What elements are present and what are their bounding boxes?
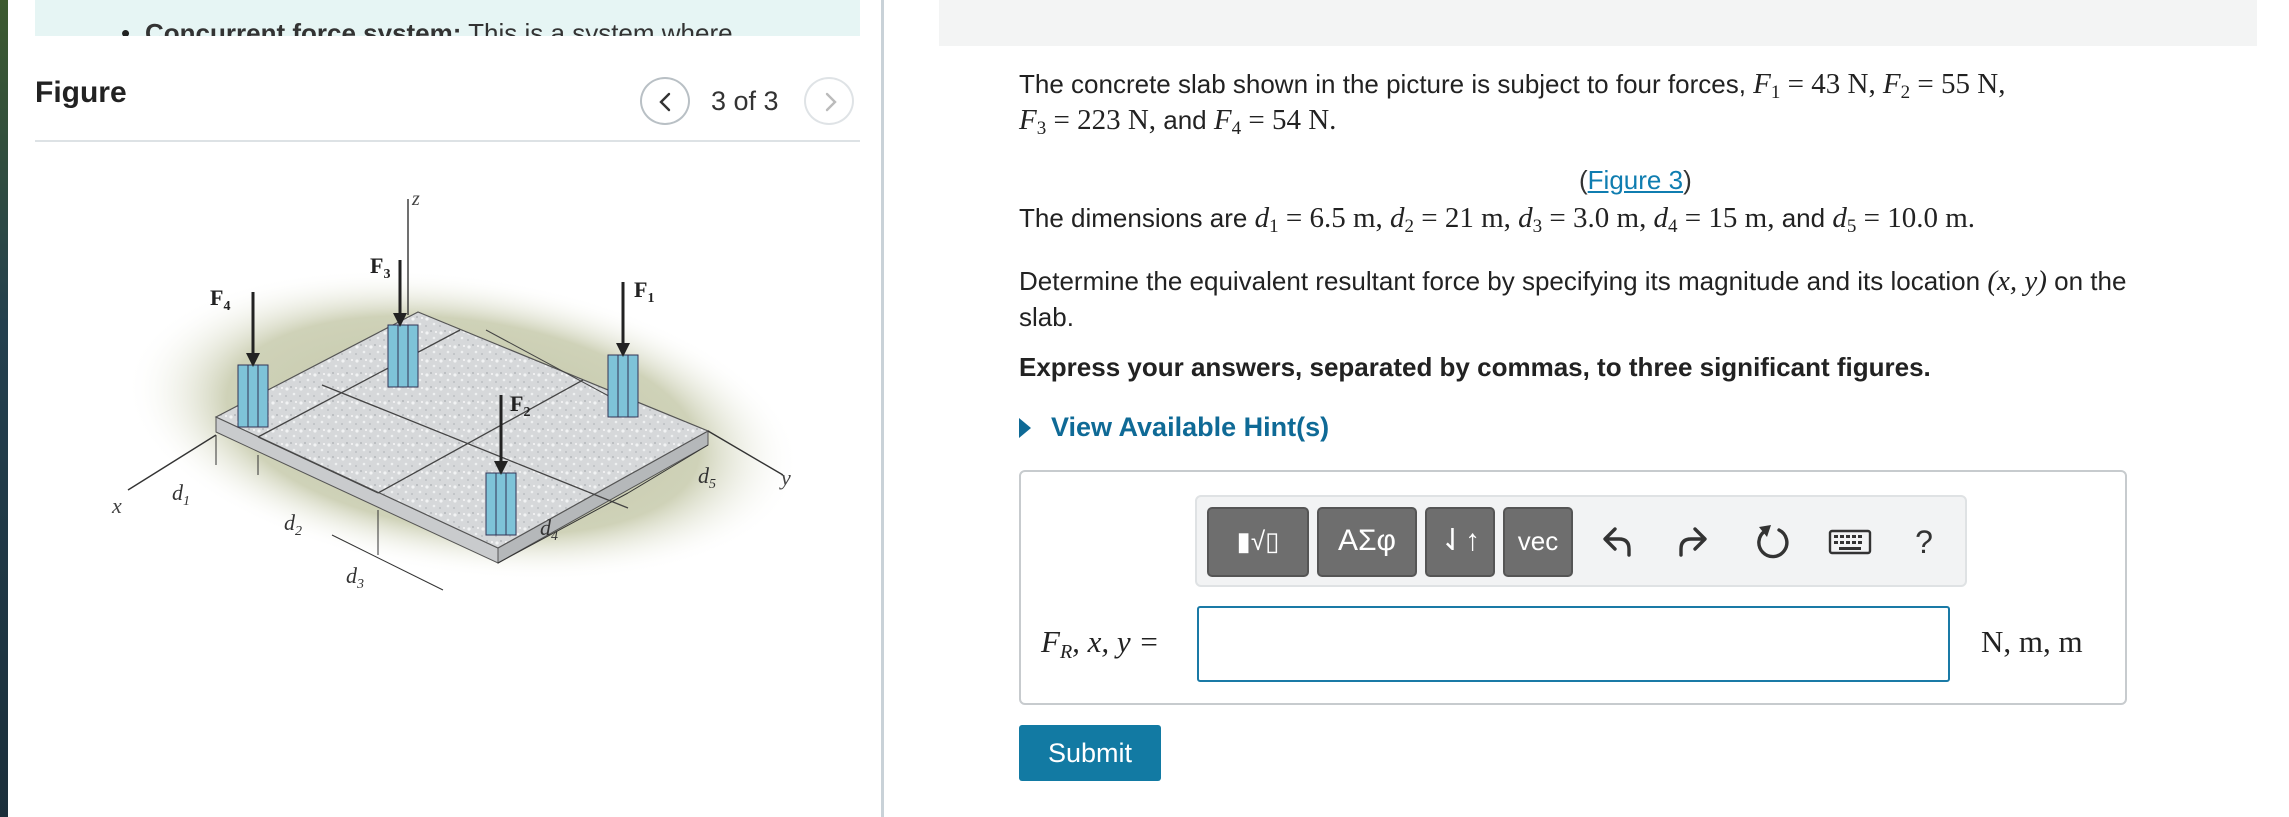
slab-figure: z x y d1 d2 d3 d4 d5 F4 F3 F1 F2	[111, 188, 801, 592]
math-f2: F2 = 55 N,	[1882, 68, 2006, 103]
math-f4: F4 = 54 N.	[1213, 104, 1337, 139]
answer-box: ▮√▯ ΑΣφ ⇃↑ vec ? FR, x, y = N, m, m	[1019, 470, 2127, 705]
top-bar	[939, 0, 2257, 46]
f2-value: 55 N	[1941, 68, 1999, 100]
force-f3-text: F	[370, 253, 383, 278]
z-axis-label: z	[411, 188, 420, 210]
dim-d3-label: d3	[346, 563, 364, 592]
answer-units: N, m, m	[1981, 624, 2083, 659]
vector-button[interactable]: vec	[1503, 507, 1573, 577]
d1-value: 6.5 m	[1309, 202, 1376, 234]
math-d2: d2 = 21 m,	[1389, 202, 1511, 237]
math-toolbar: ▮√▯ ΑΣφ ⇃↑ vec ?	[1195, 495, 1967, 587]
reset-button[interactable]	[1745, 515, 1799, 569]
math-d3: d3 = 3.0 m,	[1518, 202, 1647, 237]
figure-3-link[interactable]: Figure 3	[1588, 165, 1683, 195]
arrows-button[interactable]: ⇃↑	[1425, 507, 1495, 577]
keyboard-icon	[1828, 529, 1872, 555]
d3-value: 3.0 m	[1573, 202, 1640, 234]
undo-icon	[1603, 527, 1631, 557]
question-determine-line-2: slab.	[1019, 302, 1074, 332]
force-f1-text: F	[634, 277, 647, 302]
question-dimensions: The dimensions are d1 = 6.5 m, d2 = 21 m…	[1019, 200, 1975, 245]
desktop-background	[0, 0, 8, 817]
dim-d4-subscript: 4	[551, 529, 558, 544]
d4-value: 15 m	[1708, 202, 1768, 234]
figure-divider	[35, 140, 860, 142]
dim-d3-subscript: 3	[356, 577, 364, 592]
figure-reference: (Figure 3)	[1579, 165, 1692, 195]
previous-figure-button[interactable]	[640, 77, 690, 125]
force-f4-label: F4	[210, 285, 230, 314]
f1-value: 43 N	[1811, 68, 1869, 100]
next-figure-button[interactable]	[804, 77, 854, 125]
determine-text: Determine the equivalent resultant force…	[1019, 266, 1981, 296]
math-f3: F3 = 223 N,	[1019, 104, 1157, 139]
math-d1: d1 = 6.5 m,	[1254, 202, 1383, 237]
column-f1	[607, 354, 639, 418]
reset-icon	[1757, 525, 1789, 559]
chevron-right-icon	[825, 92, 837, 112]
dim-d2-subscript: 2	[295, 524, 302, 539]
caret-right-icon	[1019, 418, 1031, 438]
force-f2-text: F	[510, 391, 523, 416]
y-axis-label: y	[779, 465, 791, 490]
and-word: and	[1163, 105, 1207, 135]
question-forces-line-2: F3 = 223 N, and F4 = 54 N.	[1019, 102, 1336, 147]
hint-label: View Available Hint(s)	[1051, 412, 1330, 442]
force-f3-subscript: 3	[383, 267, 390, 282]
force-f4-subscript: 4	[223, 299, 230, 314]
math-d4: d4 = 15 m,	[1653, 202, 1775, 237]
answer-variable-label: FR, x, y =	[1041, 624, 1160, 663]
figure-pager-count: 3 of 3	[711, 86, 779, 116]
force-f1-subscript: 1	[647, 291, 654, 306]
force-f4-text: F	[210, 285, 223, 310]
dim-d1-subscript: 1	[183, 494, 190, 509]
column-f2	[485, 472, 517, 536]
chevron-left-icon	[659, 92, 671, 112]
column-f4	[237, 364, 269, 428]
dim-d5-subscript: 5	[709, 477, 716, 492]
dims-intro: The dimensions are	[1019, 203, 1248, 233]
question-determine-line-1: Determine the equivalent resultant force…	[1019, 263, 2126, 299]
redo-button[interactable]	[1667, 515, 1721, 569]
math-d5: d5 = 10.0 m.	[1832, 202, 1975, 237]
clipped-note: • Concurrent force system: This is a sys…	[35, 0, 860, 36]
answer-input[interactable]	[1197, 606, 1950, 682]
help-button[interactable]: ?	[1897, 515, 1951, 569]
column-f3	[387, 324, 419, 388]
answer-instruction: Express your answers, separated by comma…	[1019, 352, 1931, 382]
force-f3-label: F3	[370, 253, 390, 282]
greek-letters-button[interactable]: ΑΣφ	[1317, 507, 1417, 577]
figure-title: Figure	[35, 76, 127, 109]
location-xy: (x, y)	[1987, 265, 2047, 297]
note-text: Concurrent force system: This is a syste…	[145, 18, 733, 36]
templates-button[interactable]: ▮√▯	[1207, 507, 1309, 577]
f4-value: 54 N	[1271, 104, 1330, 136]
app-window: • Concurrent force system: This is a sys…	[0, 0, 2289, 817]
math-f1: F1 = 43 N,	[1753, 68, 1876, 103]
dim-d1-label: d1	[172, 480, 190, 509]
submit-button[interactable]: Submit	[1019, 725, 1161, 781]
question-panel: The concrete slab shown in the picture i…	[887, 0, 2289, 817]
x-axis-label: x	[111, 493, 122, 518]
and-word-2: and	[1781, 203, 1826, 233]
d2-value: 21 m	[1444, 202, 1504, 234]
f3-value: 223 N	[1077, 104, 1149, 136]
keyboard-button[interactable]	[1823, 515, 1877, 569]
undo-button[interactable]	[1589, 515, 1643, 569]
force-f1-label: F1	[634, 277, 654, 306]
d5-value: 10.0 m	[1887, 202, 1968, 234]
determine-on: on the	[2054, 266, 2127, 296]
view-hints-toggle[interactable]: View Available Hint(s)	[1019, 412, 1329, 443]
question-intro: The concrete slab shown in the picture i…	[1019, 69, 1746, 99]
bullet: •	[121, 18, 131, 36]
force-f2-subscript: 2	[523, 405, 530, 420]
redo-icon	[1679, 527, 1707, 557]
figure-panel: • Concurrent force system: This is a sys…	[8, 0, 884, 817]
